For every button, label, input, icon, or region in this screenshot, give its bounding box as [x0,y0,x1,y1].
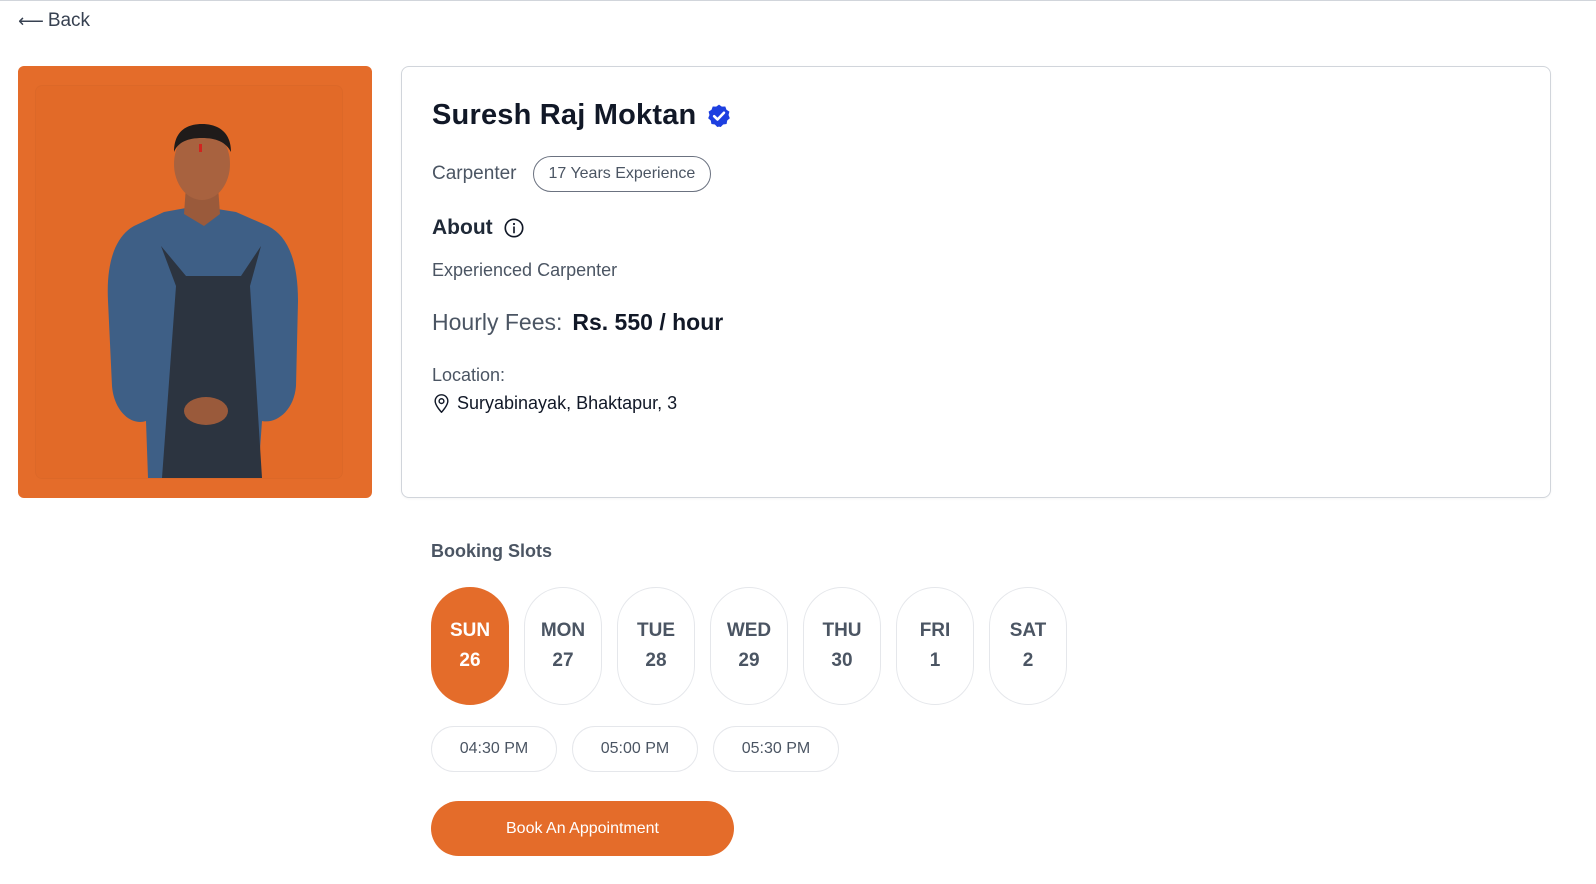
day-slot-tue[interactable]: TUE 28 [617,587,695,705]
location-row: Suryabinayak, Bhaktapur, 3 [432,393,677,414]
day-date: 1 [929,650,941,671]
day-slot-wed[interactable]: WED 29 [710,587,788,705]
top-border [0,0,1596,1]
day-date: 30 [831,650,853,671]
location-value: Suryabinayak, Bhaktapur, 3 [457,393,678,413]
profession-row: Carpenter 17 Years Experience [432,156,712,192]
time-slot[interactable]: 04:30 PM [431,726,557,772]
worker-name: Suresh Raj Moktan [432,99,697,131]
person-portrait-image [107,124,298,478]
back-link[interactable]: ⟵ Back [18,10,90,32]
day-name: SAT [1009,620,1047,641]
day-date: 27 [552,650,574,671]
day-date: 28 [645,650,667,671]
day-name: FRI [919,620,951,641]
day-date: 2 [1022,650,1034,671]
location-pin-icon [434,394,449,413]
time-slot[interactable]: 05:00 PM [572,726,698,772]
back-label: Back [47,10,91,31]
profile-photo-card [18,66,372,498]
name-row: Suresh Raj Moktan [432,99,732,132]
day-slot-thu[interactable]: THU 30 [803,587,881,705]
day-slot-sat[interactable]: SAT 2 [989,587,1067,705]
verified-badge-icon [708,104,731,127]
booking-slots-title: Booking Slots [431,541,552,561]
profession: Carpenter [432,163,517,184]
day-selector: SUN 26 MON 27 TUE 28 WED 29 THU 30 FRI 1… [431,587,1067,705]
day-name: SUN [449,620,491,641]
day-slot-fri[interactable]: FRI 1 [896,587,974,705]
about-title: About [432,216,493,239]
book-appointment-button[interactable]: Book An Appointment [431,801,734,856]
day-date: 29 [738,650,760,671]
time-slot[interactable]: 05:30 PM [713,726,839,772]
fees-value: Rs. 550 / hour [572,309,724,335]
day-date: 26 [459,650,481,671]
location-label: Location: [432,365,506,385]
profile-photo [36,86,342,478]
about-text: Experienced Carpenter [432,260,618,280]
back-arrow-icon: ⟵ [18,10,44,31]
day-slot-mon[interactable]: MON 27 [524,587,602,705]
about-heading-row: About [432,216,525,240]
time-selector: 04:30 PM 05:00 PM 05:30 PM [431,726,839,772]
day-name: WED [726,620,772,641]
day-slot-sun[interactable]: SUN 26 [431,587,509,705]
fees-row: Hourly Fees: Rs. 550 / hour [432,309,723,336]
day-name: TUE [637,620,675,641]
fees-label: Hourly Fees: [432,309,563,335]
experience-badge: 17 Years Experience [532,156,712,192]
day-name: MON [540,620,586,641]
profile-info-card: Suresh Raj Moktan Carpenter 17 Years Exp… [401,66,1551,498]
day-name: THU [822,620,862,641]
info-icon[interactable] [503,217,525,239]
